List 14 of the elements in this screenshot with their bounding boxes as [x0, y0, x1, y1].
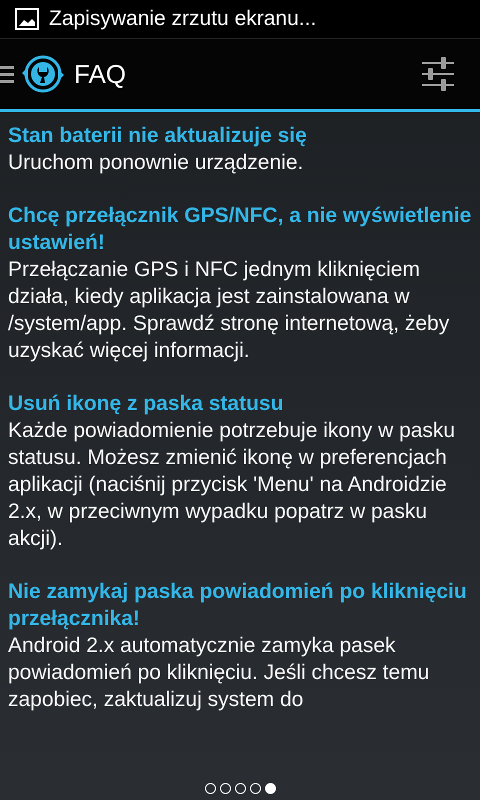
faq-question: Usuń ikonę z paska statusu — [8, 391, 284, 417]
faq-answer: Android 2.x automatycznie zamyka pasek powiadomień po kliknięciu. Jeśli chcesz temu zapobiec, zaktualizuj system do — [8, 633, 430, 713]
faq-question: Chcę przełącznik GPS/NFC, a nie wyświetlenie ustawień! — [8, 203, 472, 256]
menu-icon — [0, 63, 14, 85]
faq-answer: Przełączanie GPS i NFC jednym kliknięciem działa, kiedy aplikacja jest zainstalowana w /system/app. Sprawdź stronę internetową, żeby uzyskać więcej informacji. — [8, 257, 450, 364]
home-button[interactable]: FAQ — [0, 51, 126, 97]
screen-title: FAQ — [74, 58, 126, 90]
settings-sliders-icon[interactable] — [420, 56, 456, 92]
faq-answer: Każde powiadomienie potrzebuje ikony w pasku statusu. Możesz zmienić ikonę w preferencjach aplikacji (naciśnij przycisk 'Menu' na Androidzie 2.x, w przeciwnym wypadku popatrz w pasku akcji). — [8, 418, 456, 552]
image-icon — [15, 8, 39, 30]
faq-question: Stan baterii nie aktualizuje się — [8, 123, 308, 149]
faq-question: Nie zamykaj paska powiadomień po kliknięciu przełącznika! — [8, 579, 468, 632]
notification-text: Zapisywanie zrzutu ekranu... — [49, 7, 316, 31]
faq-answer: Uruchom ponownie urządzenie. — [8, 150, 304, 176]
